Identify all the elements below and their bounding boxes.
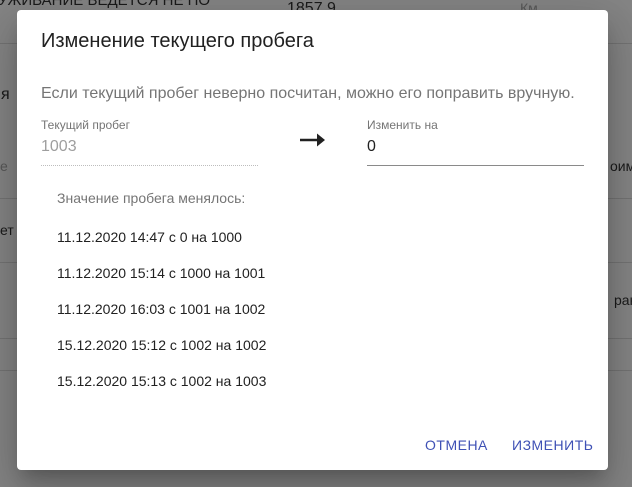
current-mileage-field: Текущий пробег 1003 [41, 118, 258, 166]
cancel-button[interactable]: ОТМЕНА [417, 431, 496, 459]
new-mileage-field[interactable]: Изменить на 0 [367, 118, 584, 166]
new-mileage-underline [367, 165, 584, 166]
mileage-history-title: Значение пробега менялось: [57, 190, 246, 206]
dialog-description: Если текущий пробег неверно посчитан, мо… [41, 85, 575, 102]
history-item: 15.12.2020 15:13 с 1002 на 1003 [57, 373, 267, 389]
history-item: 11.12.2020 14:47 с 0 на 1000 [57, 229, 242, 245]
history-item: 11.12.2020 16:03 с 1001 на 1002 [57, 301, 266, 317]
new-mileage-label: Изменить на [367, 118, 438, 132]
history-item: 15.12.2020 15:12 с 1002 на 1002 [57, 337, 267, 353]
current-mileage-label: Текущий пробег [41, 118, 130, 132]
apply-button[interactable]: ИЗМЕНИТЬ [504, 431, 601, 459]
new-mileage-input[interactable]: 0 [367, 138, 376, 156]
change-mileage-dialog: Изменение текущего пробега Если текущий … [17, 10, 608, 470]
mileage-history-list: 11.12.2020 14:47 с 0 на 1000 11.12.2020 … [57, 229, 266, 409]
current-mileage-underline [41, 165, 258, 166]
dialog-title: Изменение текущего пробега [41, 30, 314, 52]
current-mileage-value: 1003 [41, 138, 77, 155]
history-item: 11.12.2020 15:14 с 1000 на 1001 [57, 265, 266, 281]
arrow-right-icon [300, 133, 325, 147]
